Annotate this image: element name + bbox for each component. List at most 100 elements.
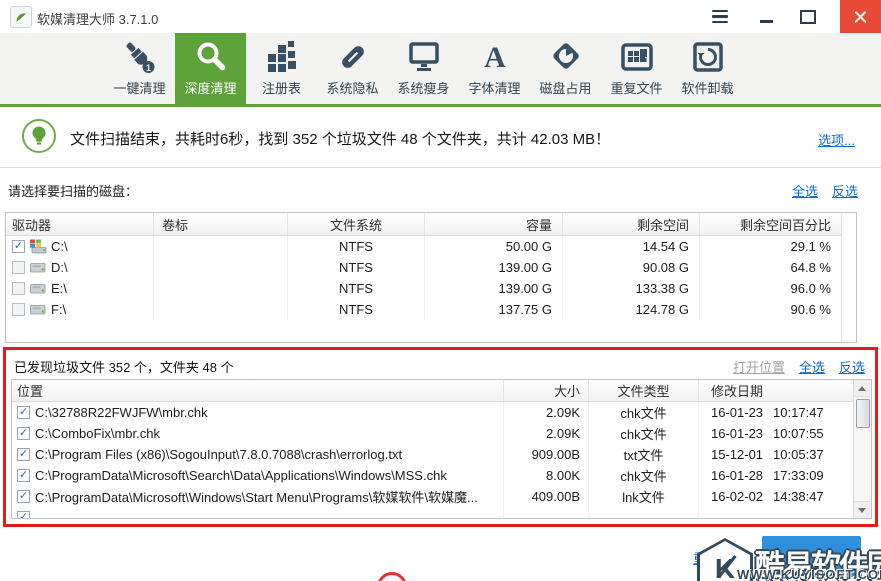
file-row[interactable]: ✓ C:\ProgramData\Microsoft\Windows\Start … — [12, 486, 854, 507]
disk-table-scroll-gutter — [841, 213, 856, 342]
free-space-cell: 124.78 G — [563, 299, 700, 320]
free-space-cell: 90.08 G — [563, 257, 700, 278]
duplicate-files-icon — [618, 38, 656, 76]
volume-cell — [154, 299, 288, 320]
toolbar-item-label: 一键清理 — [113, 78, 165, 97]
checkbox[interactable] — [12, 282, 25, 295]
column-header-6[interactable]: 剩余空间百分比 — [700, 213, 842, 235]
toolbar-item-brush[interactable]: 1 一键清理 — [104, 33, 175, 104]
file-type-cell — [589, 507, 699, 519]
brush-icon: 1 — [121, 38, 159, 76]
scrollbar-thumb[interactable] — [856, 399, 870, 428]
close-icon — [853, 9, 868, 24]
column-header-4[interactable]: 修改日期 — [699, 380, 854, 401]
column-header-3[interactable]: 文件系统 — [288, 213, 425, 235]
column-header-2[interactable]: 卷标 — [154, 213, 288, 235]
options-link[interactable]: 选项... — [818, 130, 855, 149]
files-invert-select-link[interactable]: 反选 — [839, 357, 865, 376]
svg-text:A: A — [484, 41, 506, 74]
file-table-scrollbar[interactable] — [853, 380, 871, 518]
toolbar-item-disk-pie[interactable]: 磁盘占用 — [530, 33, 601, 104]
disk-select-all-link[interactable]: 全选 — [792, 181, 818, 200]
file-date-cell: 16-01-2310:17:47 — [699, 402, 854, 423]
free-percent-cell: 29.1 % — [700, 236, 842, 257]
checkbox[interactable]: ✓ — [17, 448, 30, 461]
disk-pie-icon — [547, 38, 585, 76]
lightbulb-icon — [22, 119, 56, 153]
checkbox[interactable]: ✓ — [17, 427, 30, 440]
close-button[interactable] — [840, 0, 881, 33]
checkbox[interactable]: ✓ — [17, 469, 30, 482]
free-space-cell: 14.54 G — [563, 236, 700, 257]
file-row[interactable]: ✓ — [12, 507, 854, 519]
uninstall-icon — [689, 38, 727, 76]
checkbox[interactable]: ✓ — [17, 406, 30, 419]
column-header-1[interactable]: 位置 — [12, 380, 504, 401]
toolbar-item-capsule[interactable]: 系统隐私 — [317, 33, 388, 104]
scroll-down-button[interactable] — [854, 501, 870, 518]
column-header-5[interactable]: 剩余空间 — [563, 213, 700, 235]
disk-row[interactable]: D:\NTFS139.00 G90.08 G64.8 % — [6, 257, 842, 278]
column-header-4[interactable]: 容量 — [425, 213, 563, 235]
minimize-button[interactable] — [748, 0, 784, 33]
toolbar-item-monitor[interactable]: 系统瘦身 — [388, 33, 459, 104]
file-path-cell: ✓ C:\ProgramData\Microsoft\Windows\Start … — [12, 486, 504, 507]
capacity-cell: 50.00 G — [425, 236, 563, 257]
monitor-icon — [405, 38, 443, 76]
scroll-up-button[interactable] — [854, 380, 870, 397]
drive-icon — [29, 281, 47, 296]
column-header-3[interactable]: 文件类型 — [589, 380, 699, 401]
toolbar-item-label: 字体清理 — [468, 78, 520, 97]
file-date-cell: 15-12-0110:05:37 — [699, 444, 854, 465]
titlebar: 软媒清理大师 3.7.1.0 — [0, 0, 881, 33]
file-row[interactable]: ✓C:\ProgramData\Microsoft\Search\Data\Ap… — [12, 465, 854, 486]
disk-invert-select-link[interactable]: 反选 — [832, 181, 858, 200]
checkbox[interactable]: ✓ — [17, 490, 30, 503]
file-path-cell: ✓C:\32788R22FWJFW\mbr.chk — [12, 402, 504, 423]
file-path-label: C:\ProgramData\Microsoft\Windows\Start M… — [35, 487, 478, 506]
open-location-link[interactable]: 打开位置 — [733, 357, 785, 376]
disk-row[interactable]: F:\NTFS137.75 G124.78 G90.6 % — [6, 299, 842, 320]
checkbox[interactable] — [12, 303, 25, 316]
drive-icon — [29, 302, 47, 317]
disk-prompt-label: 请选择要扫描的磁盘： — [8, 181, 138, 200]
junk-file-table: 位置大小文件类型修改日期 ✓C:\32788R22FWJFW\mbr.chk2.… — [11, 379, 872, 519]
disk-row[interactable]: E:\NTFS139.00 G133.38 G96.0 % — [6, 278, 842, 299]
file-type-cell: chk文件 — [589, 402, 699, 423]
svg-text:1: 1 — [145, 63, 150, 73]
file-type-cell: chk文件 — [589, 423, 699, 444]
main-toolbar: 1 一键清理深度清理注册表系统隐私系统瘦身 A 字体清理磁盘占用重复文件软件卸载 — [0, 33, 881, 104]
drive-icon — [29, 260, 47, 275]
checkbox[interactable] — [12, 261, 25, 274]
menu-icon[interactable] — [702, 0, 738, 33]
column-header-2[interactable]: 大小 — [504, 380, 589, 401]
checkbox[interactable]: ✓ — [17, 511, 30, 519]
toolbar-item-label: 系统瘦身 — [397, 78, 449, 97]
letter-a-icon: A — [476, 38, 514, 76]
toolbar-item-duplicate-files[interactable]: 重复文件 — [601, 33, 672, 104]
file-row[interactable]: ✓C:\ComboFix\mbr.chk2.09Kchk文件16-01-2310… — [12, 423, 854, 444]
file-path-cell: ✓ — [12, 507, 504, 519]
checkbox[interactable]: ✓ — [12, 240, 25, 253]
free-space-cell: 133.38 G — [563, 278, 700, 299]
drive-cell: ✓C:\ — [6, 236, 154, 257]
file-date-label: 16-01-23 — [711, 405, 763, 420]
file-row[interactable]: ✓C:\Program Files (x86)\SogouInput\7.8.0… — [12, 444, 854, 465]
toolbar-item-letter-a[interactable]: A 字体清理 — [459, 33, 530, 104]
file-date-label: 16-01-23 — [711, 426, 763, 441]
file-row[interactable]: ✓C:\32788R22FWJFW\mbr.chk2.09Kchk文件16-01… — [12, 402, 854, 423]
toolbar-item-label: 重复文件 — [610, 78, 662, 97]
files-select-all-link[interactable]: 全选 — [799, 357, 825, 376]
file-date-cell — [699, 507, 854, 519]
windows-drive-icon — [29, 239, 47, 254]
drive-label: F:\ — [51, 302, 66, 317]
column-header-1[interactable]: 驱动器 — [6, 213, 154, 235]
volume-cell — [154, 257, 288, 278]
toolbar-item-registry-grid[interactable]: 注册表 — [246, 33, 317, 104]
toolbar-item-magnifier[interactable]: 深度清理 — [175, 33, 246, 104]
disk-row[interactable]: ✓C:\NTFS50.00 G14.54 G29.1 % — [6, 236, 842, 257]
toolbar-item-uninstall[interactable]: 软件卸载 — [672, 33, 743, 104]
maximize-button[interactable] — [790, 0, 826, 33]
file-date-label: 15-12-01 — [711, 447, 763, 462]
drive-label: D:\ — [51, 260, 68, 275]
